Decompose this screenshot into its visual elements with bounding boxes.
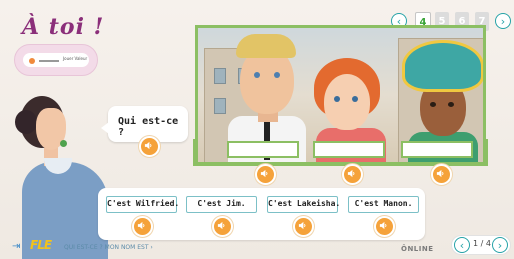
man-eye	[274, 72, 280, 78]
audio-button-character-3[interactable]	[431, 164, 452, 185]
fle-logo: FLE	[30, 238, 52, 252]
speaker-icon	[347, 169, 355, 178]
speaker-icon	[144, 141, 152, 150]
window	[214, 98, 226, 114]
headwrap	[402, 40, 483, 92]
woman-head	[324, 74, 370, 130]
speaker-icon	[298, 221, 306, 230]
answer-chip-3[interactable]: C'est Lakeisha.	[267, 196, 340, 213]
speech-question: Qui est-ce ?	[118, 116, 179, 138]
instruction-line	[39, 60, 59, 62]
audio-button-answer-1[interactable]	[132, 216, 153, 237]
page-navigation: ‹ 1 / 4 ›	[452, 236, 510, 254]
headwrap-eye	[430, 102, 436, 107]
teacher-bun	[15, 110, 37, 134]
drop-slot-1[interactable]	[227, 141, 299, 158]
man-hair	[236, 34, 296, 58]
page-indicator: 1 / 4	[473, 239, 491, 248]
nav-prev-button[interactable]: ‹	[454, 237, 470, 253]
answer-chip-1[interactable]: C'est Wilfried.	[106, 196, 179, 213]
speaker-icon	[217, 221, 225, 230]
speaker-icon	[436, 169, 444, 178]
audio-button-character-1[interactable]	[255, 164, 276, 185]
window	[214, 68, 226, 84]
speaker-icon	[379, 221, 387, 230]
breadcrumb[interactable]: QUI EST-CE ? MON NOM EST ›	[64, 244, 153, 251]
answer-chip-4[interactable]: C'est Manon.	[348, 196, 419, 213]
woman-eye	[352, 96, 358, 102]
instruction-dot-icon	[29, 58, 35, 64]
online-brand-logo: ÔNLINE	[401, 245, 434, 253]
drop-slot-3[interactable]	[401, 141, 473, 158]
speaker-icon	[137, 221, 145, 230]
exit-icon[interactable]: ⇥	[12, 241, 20, 252]
audio-button-character-2[interactable]	[342, 164, 363, 185]
audio-button-answer-2[interactable]	[212, 216, 233, 237]
teacher-earring	[60, 140, 67, 147]
woman-eye	[334, 96, 340, 102]
instruction-text: Jouer Valeur	[63, 56, 88, 61]
pager-next-button[interactable]: ›	[495, 13, 511, 29]
audio-button-answer-4[interactable]	[374, 216, 395, 237]
headwrap-eye	[448, 102, 454, 107]
answer-chip-2[interactable]: C'est Jim.	[186, 196, 257, 213]
instruction-thumbnail[interactable]: Jouer Valeur	[14, 44, 98, 76]
page-title: À toi !	[22, 14, 105, 40]
drop-slot-2[interactable]	[313, 141, 385, 158]
audio-button-answer-3[interactable]	[293, 216, 314, 237]
nav-next-button[interactable]: ›	[492, 237, 508, 253]
audio-button-question[interactable]	[139, 136, 160, 157]
man-eye	[254, 72, 260, 78]
speaker-icon	[260, 169, 268, 178]
answer-panel: C'est Wilfried. C'est Jim. C'est Lakeish…	[98, 188, 425, 240]
